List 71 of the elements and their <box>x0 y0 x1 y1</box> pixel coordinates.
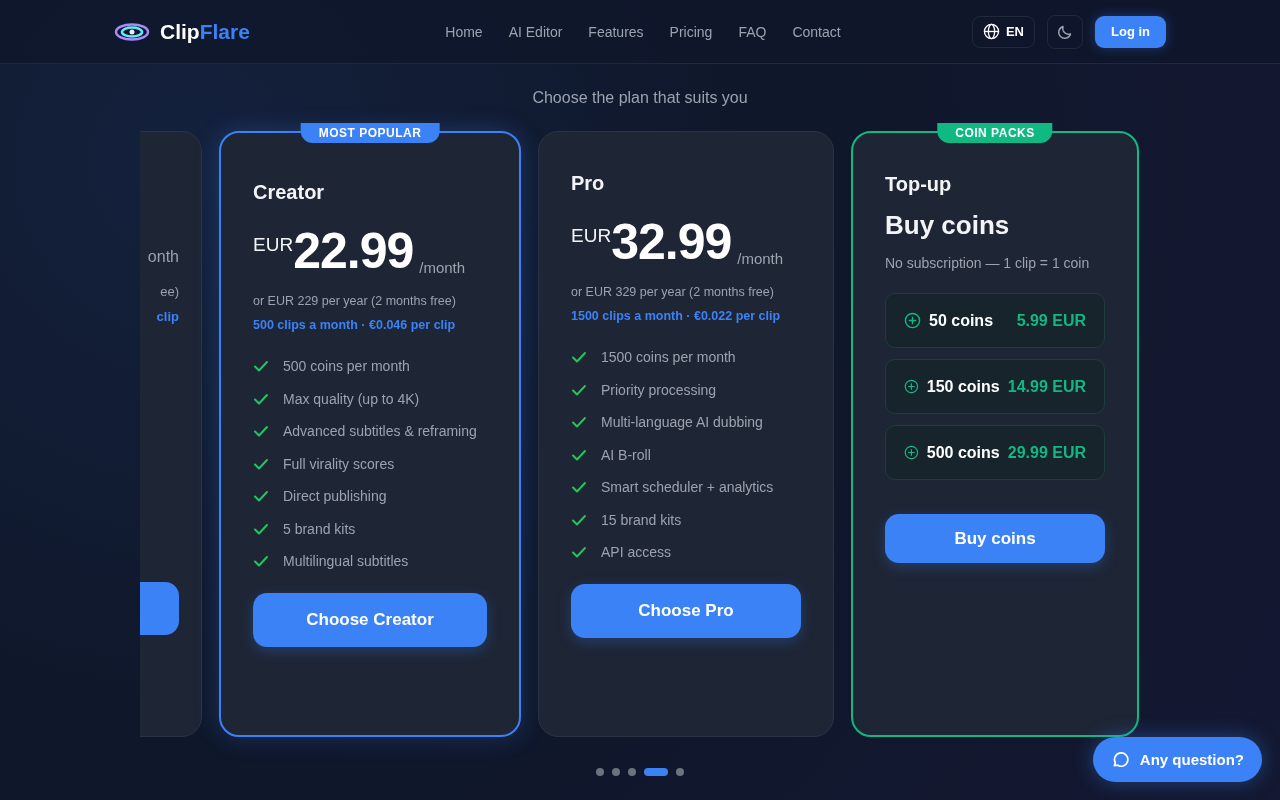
price-period: onth <box>147 248 179 266</box>
card-note: No subscription — 1 clip = 1 coin <box>885 255 1091 271</box>
chat-bubble-icon <box>1110 750 1130 769</box>
chat-button[interactable]: Any question? <box>1092 737 1262 782</box>
plus-circle-icon <box>904 444 919 461</box>
globe-icon <box>982 23 1000 40</box>
plan-name: Creator <box>253 181 326 204</box>
plan-name: Pro <box>571 172 606 195</box>
coin-pack-button[interactable]: 150 coins 14.99 EUR <box>885 359 1105 414</box>
currency: EUR <box>571 225 612 247</box>
plus-circle-icon <box>904 378 919 395</box>
nav-link[interactable]: Contact <box>792 19 841 44</box>
carousel-dot[interactable] <box>612 768 620 776</box>
nav-link[interactable]: Features <box>588 19 644 44</box>
feature-text: 15 brand kits <box>601 511 682 528</box>
coin-packs-badge: COIN PACKS <box>937 123 1053 143</box>
feature-text: Multilingual subtitles <box>283 553 409 569</box>
yearly-price: or EUR 229 per year (2 months free) <box>253 294 457 308</box>
feature-text: Direct publishing <box>283 488 387 504</box>
popular-badge: MOST POPULAR <box>300 123 440 143</box>
coin-pack-button[interactable]: 50 coins 5.99 EUR <box>885 293 1105 348</box>
price-period: /month <box>419 259 466 276</box>
yearly-price: or EUR 329 per year (2 months free) <box>571 285 775 299</box>
clips-info: clip <box>156 309 179 324</box>
feature-text: Priority processing <box>601 381 717 398</box>
nav-link[interactable]: AI Editor <box>508 19 563 44</box>
login-button[interactable]: Log in <box>1095 15 1166 48</box>
feature-text: Max quality (up to 4K) <box>283 390 420 407</box>
feature-text: Full virality scores <box>283 455 395 472</box>
check-icon <box>253 488 269 504</box>
plan-price: 22.99 <box>293 226 414 276</box>
feature-text: Multi-language AI dubbing <box>601 414 763 430</box>
carousel-dot[interactable] <box>676 768 684 776</box>
choose-plan-button[interactable]: Choose Pro <box>571 584 801 638</box>
check-icon <box>571 544 587 560</box>
feature-text: API access <box>601 544 672 560</box>
logo-icon <box>114 22 150 41</box>
plan-price: 32.99 <box>611 217 732 267</box>
check-icon <box>253 358 269 374</box>
check-icon <box>253 423 269 439</box>
nav-link[interactable]: FAQ <box>738 19 767 44</box>
feature-text: 500 coins per month <box>283 358 410 374</box>
card-heading: Buy coins <box>885 210 1011 241</box>
clips-info: 500 clips a month · €0.046 per clip <box>253 318 457 332</box>
pricing-subtitle: Choose the plan that suits you <box>532 89 748 107</box>
choose-plan-button[interactable]: Choose Creator <box>253 593 487 647</box>
feature-text: 5 brand kits <box>283 520 356 537</box>
nav-link[interactable]: Home <box>445 19 483 44</box>
currency: EUR <box>253 234 294 256</box>
clips-info: 1500 clips a month · €0.022 per clip <box>571 309 782 323</box>
carousel-dot[interactable] <box>628 768 636 776</box>
check-icon <box>253 553 269 569</box>
card-title: Top-up <box>885 173 953 196</box>
yearly-price: ee) <box>160 284 179 299</box>
nav-link[interactable]: Pricing <box>669 19 713 44</box>
theme-toggle-button[interactable] <box>1047 14 1083 49</box>
check-icon <box>571 414 587 430</box>
feature-text: AI B-roll <box>601 446 651 463</box>
language-button[interactable]: EN <box>971 15 1035 48</box>
price-period: /month <box>737 250 784 267</box>
buy-coins-button[interactable]: Buy coins <box>885 514 1105 563</box>
coin-pack-button[interactable]: 500 coins 29.99 EUR <box>885 425 1105 480</box>
feature-text: Advanced subtitles & reframing <box>283 423 477 439</box>
plus-circle-icon <box>904 312 921 329</box>
moon-icon <box>1057 23 1073 40</box>
check-icon <box>571 479 587 495</box>
feature-text: Smart scheduler + analytics <box>601 479 774 495</box>
logo-text[interactable]: ClipFlare <box>160 19 250 44</box>
check-icon <box>571 349 587 365</box>
feature-text: 1500 coins per month <box>601 349 736 365</box>
carousel-dot[interactable] <box>596 768 604 776</box>
